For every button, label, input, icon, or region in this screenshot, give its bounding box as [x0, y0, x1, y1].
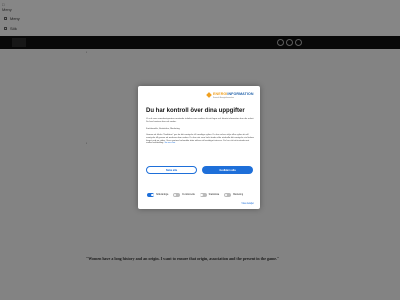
- dialog-purposes: Funktionella, Statistiska, Marketing: [146, 128, 180, 130]
- consent-toggles: Nödvändiga Funktionella Statistiska Mark…: [147, 193, 243, 197]
- dialog-more-link[interactable]: Se mer här: [165, 142, 176, 144]
- toggle-marketing[interactable]: Marketing: [224, 193, 243, 197]
- toggle-label: Marketing: [233, 193, 244, 196]
- brand-tagline: Svenskt Energiinformation: [213, 97, 234, 99]
- accept-all-button[interactable]: Godkänn alla: [202, 166, 253, 174]
- toggle-statistics[interactable]: Statistiska: [199, 193, 220, 197]
- show-details-link[interactable]: Visa detaljer: [241, 203, 254, 205]
- toggle-necessary[interactable]: Nödvändiga: [147, 193, 168, 197]
- toggle-label: Statistiska: [208, 193, 220, 196]
- toggle-switch[interactable]: [199, 193, 207, 197]
- toggle-label: Funktionella: [182, 193, 195, 196]
- cookie-consent-dialog: ENERGIINFORMATION Svenskt Energiinformat…: [138, 86, 260, 209]
- brand-logo: ENERGIINFORMATION Svenskt Energiinformat…: [206, 92, 255, 102]
- toggle-switch[interactable]: [147, 193, 154, 197]
- dialog-title: Du har kontroll över dina uppgifter: [146, 108, 245, 114]
- toggle-switch[interactable]: [224, 193, 232, 197]
- brand-name: ENERGIINFORMATION: [213, 92, 254, 96]
- dialog-intro: Vi och våra samarbetspartner använder te…: [146, 118, 254, 123]
- toggle-functional[interactable]: Funktionella: [173, 193, 195, 197]
- brand-diamond-icon: [206, 92, 212, 98]
- reject-all-button[interactable]: Neka alla: [146, 166, 197, 174]
- dialog-body-text: Genom att klicka "Godkänn" ger du ditt s…: [146, 134, 254, 145]
- dialog-body: Genom att klicka "Godkänn" ger du ditt s…: [146, 134, 254, 145]
- toggle-label: Nödvändiga: [156, 193, 169, 196]
- toggle-switch[interactable]: [173, 193, 181, 197]
